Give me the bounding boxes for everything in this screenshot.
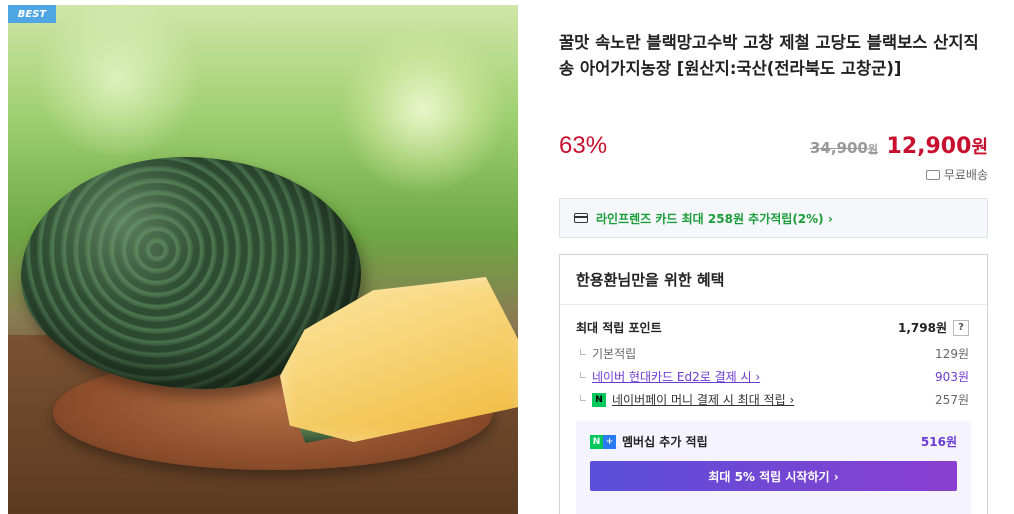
discount-rate: 63% [559,132,608,159]
npay-icon: N [592,392,606,407]
product-info: 꿀맛 속노란 블랙망고수박 고창 제철 고당도 블랙보스 산지직송 아어가지농장… [559,30,989,82]
help-button[interactable]: ? [953,319,969,336]
max-points-value: 1,798원 [898,321,947,335]
max-points-row: 최대 적립 포인트 1,798원 ? [576,319,969,336]
sale-price: 12,900원 [886,134,988,159]
credit-card-icon [574,213,588,223]
sale-price-value: 12,900 [886,134,972,159]
membership-box: N + 멤버십 추가 적립 516원 최대 5% 적립 시작하기 › [576,421,971,514]
best-badge: BEST [8,5,56,23]
points-value: 903원 [935,370,969,384]
membership-row: N + 멤버십 추가 적립 516원 [590,433,957,450]
original-price: 34,900원 [809,139,878,157]
card-payment-link[interactable]: 네이버 현대카드 Ed2로 결제 시 › [592,368,760,385]
shipping-info: 무료배송 [925,166,988,183]
benefit-panel: 한용환님만을 위한 혜택 최대 적립 포인트 1,798원 ? 기본적립 129… [559,254,988,514]
benefit-title: 한용환님만을 위한 혜택 [560,255,987,305]
truck-icon [925,169,940,180]
membership-value: 516원 [920,435,957,449]
background-light [28,5,208,155]
tree-elbow-icon [580,394,586,401]
product-image[interactable] [8,5,518,514]
points-value: 129원 [935,347,969,361]
card-promo-text: 라인프렌즈 카드 최대 258원 추가적립(2%) › [596,211,833,226]
product-title: 꿀맛 속노란 블랙망고수박 고창 제철 고당도 블랙보스 산지직송 아어가지농장… [559,33,979,78]
card-promo-banner[interactable]: 라인프렌즈 카드 최대 258원 추가적립(2%) › [559,198,988,238]
membership-label: 멤버십 추가 적립 [622,435,708,449]
npay-money-link[interactable]: 네이버페이 머니 결제 시 최대 적립 › [612,391,794,408]
tree-elbow-icon [580,348,586,355]
points-label: 기본적립 [592,347,637,361]
membership-start-button[interactable]: 최대 5% 적립 시작하기 › [590,461,957,491]
max-points-label: 최대 적립 포인트 [576,321,662,335]
points-row-card: 네이버 현대카드 Ed2로 결제 시 › 903원 [576,368,969,385]
points-value: 257원 [935,393,969,407]
naver-plus-icon: N + [590,434,616,449]
tree-elbow-icon [580,371,586,378]
shipping-label: 무료배송 [943,168,988,182]
background-light [338,25,508,195]
points-row-npay: N 네이버페이 머니 결제 시 최대 적립 › 257원 [576,391,969,408]
price-row: 63% 34,900원 12,900원 [559,130,988,164]
points-row-basic: 기본적립 129원 [576,345,969,362]
